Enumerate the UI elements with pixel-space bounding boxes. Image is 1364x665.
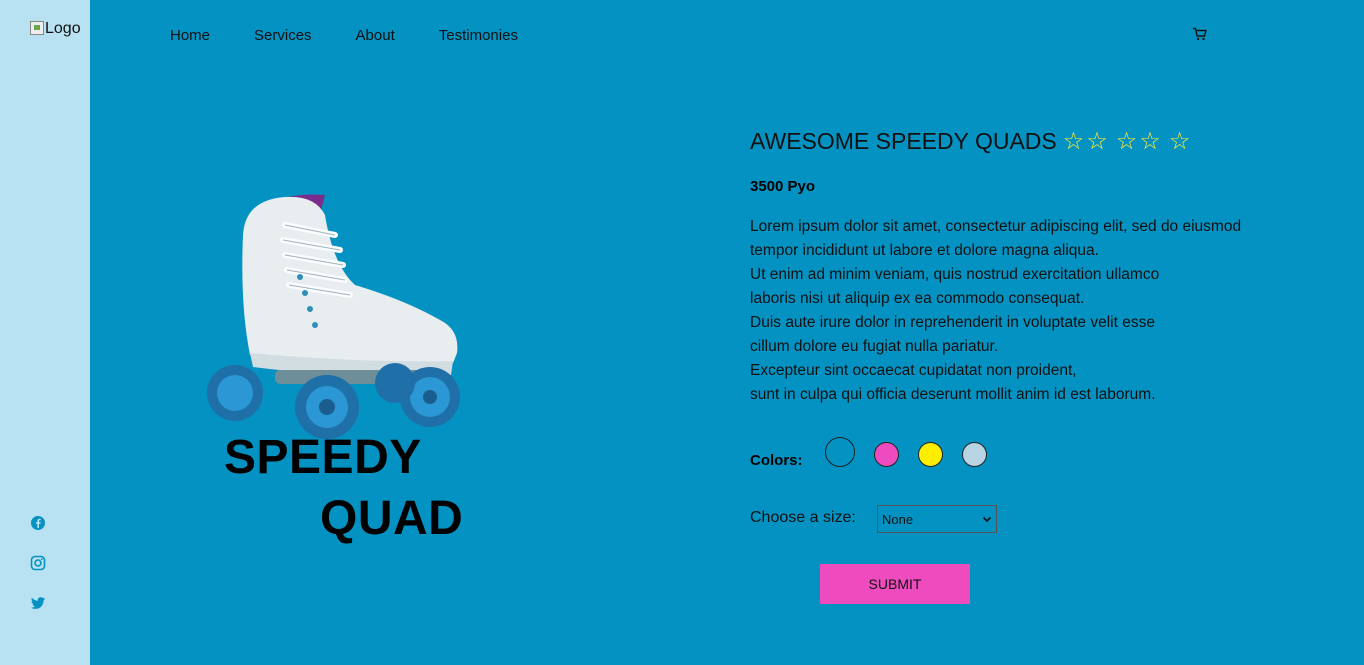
logo-alt-text: Logo <box>45 20 81 37</box>
description-line: laboris nisi ut aliquip ex ea commodo co… <box>750 290 1085 307</box>
star-icon[interactable]: ☆ <box>1169 129 1191 154</box>
star-icon[interactable]: ☆ <box>1139 129 1161 154</box>
color-swatch-pink[interactable] <box>874 442 899 467</box>
nav-testimonies[interactable]: Testimonies <box>439 27 518 44</box>
submit-button[interactable]: SUBMIT <box>820 564 970 604</box>
cart-icon[interactable] <box>1192 26 1208 42</box>
main-content: Home Services About Testimonies SPEEDY Q… <box>90 0 1364 665</box>
star-icon[interactable]: ☆ <box>1086 129 1108 154</box>
description-line: cillum dolore eu fugiat nulla pariatur. <box>750 338 999 355</box>
product-price: 3500 Pyo <box>750 178 816 195</box>
product-title-row: AWESOME SPEEDY QUADS ☆ ☆ ☆ ☆ ☆ <box>750 128 1190 155</box>
color-swatch-yellow[interactable] <box>918 442 943 467</box>
facebook-icon[interactable] <box>30 515 46 531</box>
brand-line-1: SPEEDY <box>224 431 422 484</box>
description-line: Duis aute irure dolor in reprehenderit i… <box>750 314 1155 331</box>
nav-about[interactable]: About <box>356 27 395 44</box>
product-description: Lorem ipsum dolor sit amet, consectetur … <box>750 215 1290 407</box>
description-line: Lorem ipsum dolor sit amet, consectetur … <box>750 218 1242 235</box>
rating-stars: ☆ ☆ ☆ ☆ ☆ <box>1063 129 1191 154</box>
star-icon[interactable]: ☆ <box>1116 129 1138 154</box>
colors-label: Colors: <box>750 452 803 469</box>
star-icon[interactable]: ☆ <box>1063 129 1085 154</box>
instagram-icon[interactable] <box>30 555 46 571</box>
roller-skate-image <box>207 194 460 439</box>
size-selected-value: None <box>882 511 914 527</box>
color-swatch-blue[interactable] <box>825 437 855 467</box>
description-line: Ut enim ad minim veniam, quis nostrud ex… <box>750 266 1160 283</box>
broken-image-icon <box>30 21 44 35</box>
logo[interactable]: Logo <box>30 20 81 38</box>
size-select[interactable]: None <box>877 505 997 533</box>
chevron-down-icon <box>982 516 992 523</box>
nav-services[interactable]: Services <box>254 27 312 44</box>
description-line: Excepteur sint occaecat cupidatat non pr… <box>750 362 1077 379</box>
description-line: sunt in culpa qui officia deserunt molli… <box>750 386 1156 403</box>
product-title: AWESOME SPEEDY QUADS <box>750 128 1057 154</box>
brand-line-2: QUAD <box>320 492 464 545</box>
nav-home[interactable]: Home <box>170 27 210 44</box>
twitter-icon[interactable] <box>30 595 46 611</box>
top-nav: Home Services About Testimonies <box>170 27 518 44</box>
size-label: Choose a size: <box>750 509 856 526</box>
description-line: tempor incididunt ut labore et dolore ma… <box>750 242 1099 259</box>
sidebar: Logo <box>0 0 90 665</box>
color-swatch-light-blue[interactable] <box>962 442 987 467</box>
